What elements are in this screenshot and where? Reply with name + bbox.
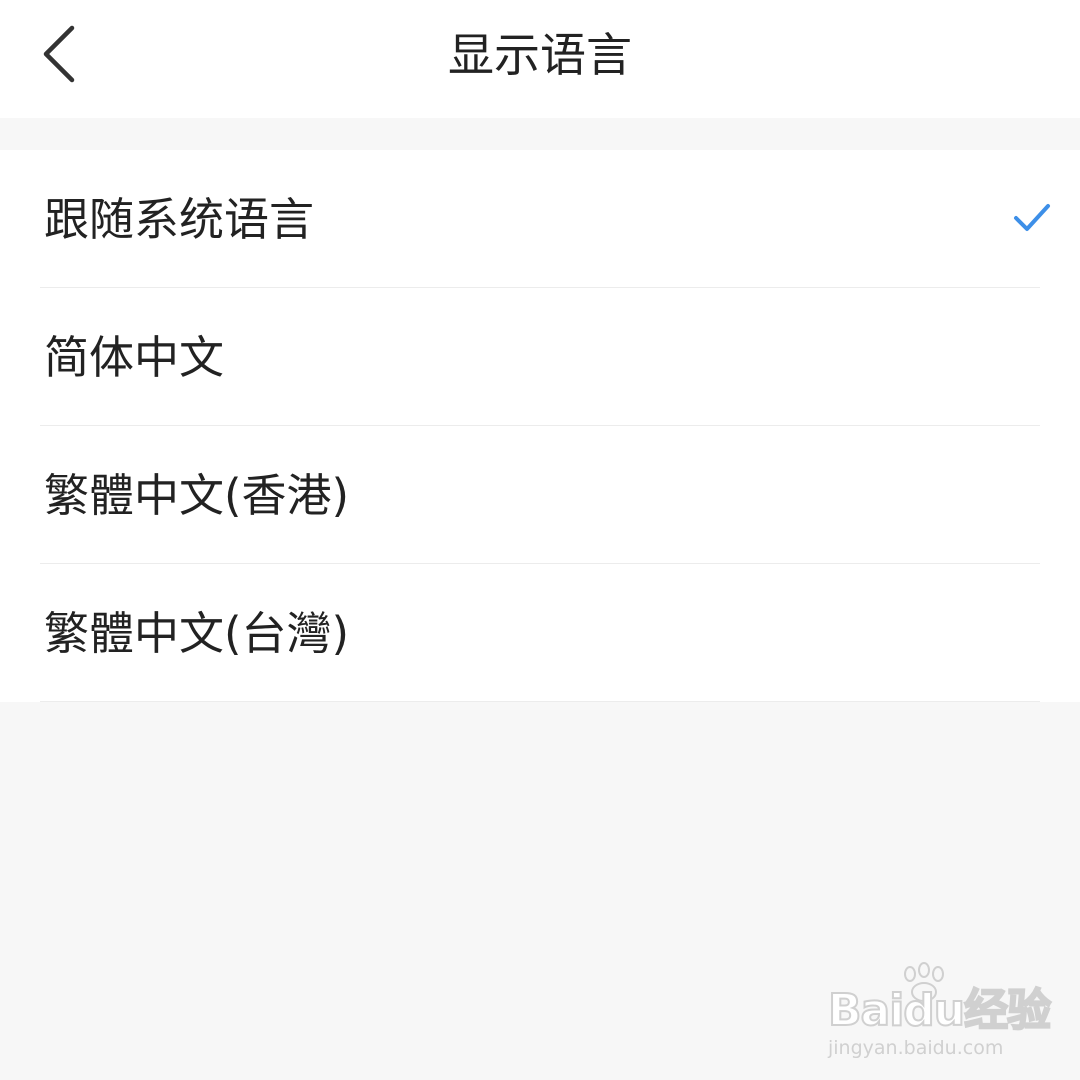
language-option-label: 简体中文 [44, 331, 225, 384]
checkmark-icon [1012, 200, 1052, 236]
divider [40, 701, 1040, 702]
language-option-traditional-chinese-tw[interactable]: 繁體中文(台灣) [0, 564, 1080, 702]
language-option-follow-system[interactable]: 跟随系统语言 [0, 150, 1080, 288]
page-title: 显示语言 [448, 28, 632, 82]
baidu-jingyan-watermark: Baidu经验 jingyan.baidu.com [827, 962, 1052, 1062]
top-bar: 显示语言 [0, 0, 1080, 118]
language-option-simplified-chinese[interactable]: 简体中文 [0, 288, 1080, 426]
language-option-label: 繁體中文(香港) [44, 469, 350, 522]
watermark-url: jingyan.baidu.com [828, 1037, 1004, 1059]
language-option-label: 繁體中文(台灣) [44, 607, 350, 660]
language-option-label: 跟随系统语言 [44, 193, 315, 246]
language-option-traditional-chinese-hk[interactable]: 繁體中文(香港) [0, 426, 1080, 564]
language-list: 跟随系统语言 简体中文 繁體中文(香港) 繁體中文(台灣) [0, 150, 1080, 702]
watermark-brand: Baidu经验 [827, 984, 1052, 1037]
